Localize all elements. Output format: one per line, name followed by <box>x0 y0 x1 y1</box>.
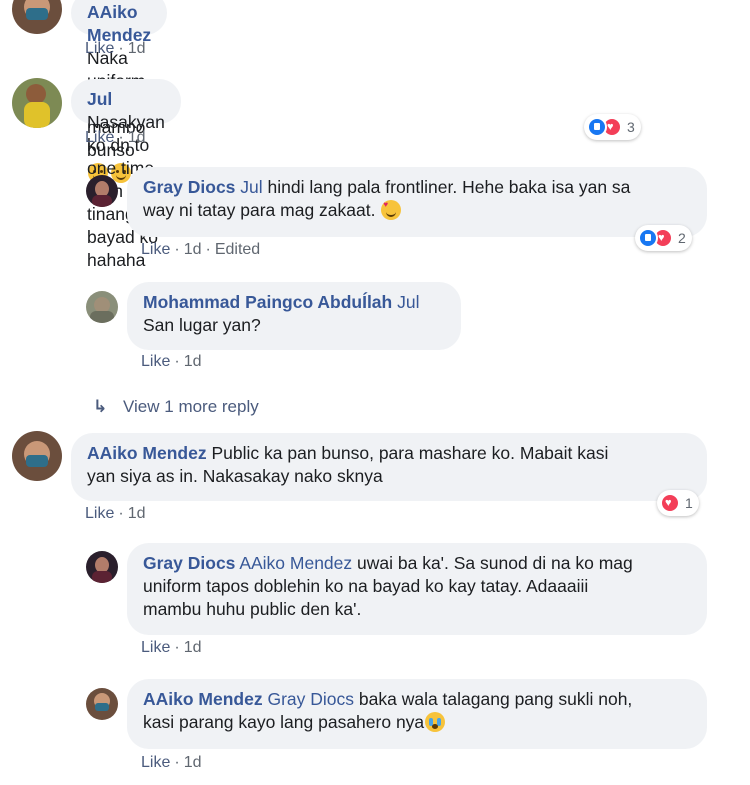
reaction-count: 2 <box>678 230 686 246</box>
reply-actions: Like · 1d <box>141 639 201 657</box>
reply-actions: Like · 1d <box>141 754 201 772</box>
avatar[interactable] <box>12 0 62 34</box>
reaction-summary[interactable]: 1 <box>657 490 699 516</box>
author-name[interactable]: AAiko Mendez <box>87 443 207 463</box>
author-name[interactable]: Mohammad Paingco AbduÍlah <box>143 292 392 312</box>
separator: · <box>205 241 211 258</box>
mention-link[interactable]: Jul <box>397 292 419 312</box>
avatar[interactable] <box>86 291 118 323</box>
separator: · <box>174 353 180 370</box>
smiling-face-with-hearts-emoji <box>381 200 402 220</box>
author-name[interactable]: AAiko Mendez <box>87 2 151 45</box>
author-name[interactable]: Jul <box>87 89 112 109</box>
reply-bubble: Gray Diocs Jul hindi lang pala frontline… <box>127 167 707 237</box>
crying-face-emoji <box>425 712 446 732</box>
comment-bubble: AAiko Mendez Naka uniform kabes mambo bu… <box>71 0 168 183</box>
like-button[interactable]: Like <box>141 754 170 771</box>
reply-text: way ni tatay para mag zakaat. <box>143 200 376 220</box>
reply-actions: Like · 1d <box>141 353 201 371</box>
timestamp[interactable]: 1d <box>184 754 202 771</box>
timestamp[interactable]: 1d <box>128 40 146 57</box>
reply-text: uniform tapos doblehin ko na bayad ko ka… <box>143 576 589 596</box>
reply-bubble: Gray Diocs AAiko Mendez uwai ba ka'. Sa … <box>127 543 707 635</box>
reaction-count: 1 <box>685 495 693 511</box>
avatar[interactable] <box>86 551 118 583</box>
like-button[interactable]: Like <box>141 241 170 258</box>
reply-actions: Like · 1d · Edited <box>141 241 260 259</box>
reply-arrow-icon: ↳ <box>93 397 108 416</box>
avatar[interactable] <box>86 175 118 207</box>
like-button[interactable]: Like <box>85 40 114 57</box>
reply-text: hindi lang pala frontliner. Hehe baka is… <box>262 177 631 197</box>
comment-text: yan siya as in. Nakasakay nako sknya <box>87 466 383 486</box>
comment-bubble: AAiko Mendez Public ka pan bunso, para m… <box>71 433 707 501</box>
comment-bubble: Jul Nasakyan ko dn to one time. Dirin ti… <box>71 79 181 270</box>
avatar[interactable] <box>12 78 62 128</box>
comment-actions: Like · 1d <box>85 129 145 147</box>
mention-link[interactable]: Gray Diocs <box>267 689 354 709</box>
view-more-label: View 1 more reply <box>123 397 259 416</box>
reaction-summary[interactable]: 2 <box>635 225 692 251</box>
separator: · <box>118 505 124 522</box>
reaction-summary[interactable]: 3 <box>584 114 641 140</box>
comment-actions: Like · 1d <box>85 505 145 523</box>
reply-text: uwai ba ka'. Sa sunod di na ko mag <box>352 553 633 573</box>
like-button[interactable]: Like <box>85 505 114 522</box>
edited-label[interactable]: Edited <box>215 241 260 258</box>
timestamp[interactable]: 1d <box>184 353 202 370</box>
like-button[interactable]: Like <box>141 353 170 370</box>
author-name[interactable]: Gray Diocs <box>143 177 235 197</box>
separator: · <box>174 241 180 258</box>
separator: · <box>118 40 124 57</box>
mention-link[interactable]: Jul <box>240 177 262 197</box>
reply-text: mambu huhu public den ka'. <box>143 599 362 619</box>
like-reaction-icon <box>587 117 607 137</box>
like-button[interactable]: Like <box>141 639 170 656</box>
love-reaction-icon <box>660 493 680 513</box>
reply-bubble: AAiko Mendez Gray Diocs baka wala talaga… <box>127 679 707 749</box>
reply-text: San lugar yan? <box>143 315 261 335</box>
separator: · <box>118 129 124 146</box>
timestamp[interactable]: 1d <box>128 505 146 522</box>
reply-text: kasi parang kayo lang pasahero nya <box>143 712 425 732</box>
reaction-count: 3 <box>627 119 635 135</box>
avatar[interactable] <box>86 688 118 720</box>
like-button[interactable]: Like <box>85 129 114 146</box>
comment-text: Public ka pan bunso, para mashare ko. Ma… <box>211 443 609 463</box>
separator: · <box>174 639 180 656</box>
like-reaction-icon <box>638 228 658 248</box>
timestamp[interactable]: 1d <box>184 241 202 258</box>
avatar[interactable] <box>12 431 62 481</box>
author-name[interactable]: AAiko Mendez <box>143 689 263 709</box>
mention-link[interactable]: AAiko Mendez <box>239 553 352 573</box>
view-more-replies-link[interactable]: ↳ View 1 more reply <box>93 397 259 417</box>
reply-bubble: Mohammad Paingco AbduÍlah Jul San lugar … <box>127 282 461 350</box>
timestamp[interactable]: 1d <box>128 129 146 146</box>
author-name[interactable]: Gray Diocs <box>143 553 235 573</box>
reply-text: baka wala talagang pang sukli noh, <box>354 689 633 709</box>
comment-actions: Like · 1d <box>85 40 145 58</box>
timestamp[interactable]: 1d <box>184 639 202 656</box>
separator: · <box>174 754 180 771</box>
